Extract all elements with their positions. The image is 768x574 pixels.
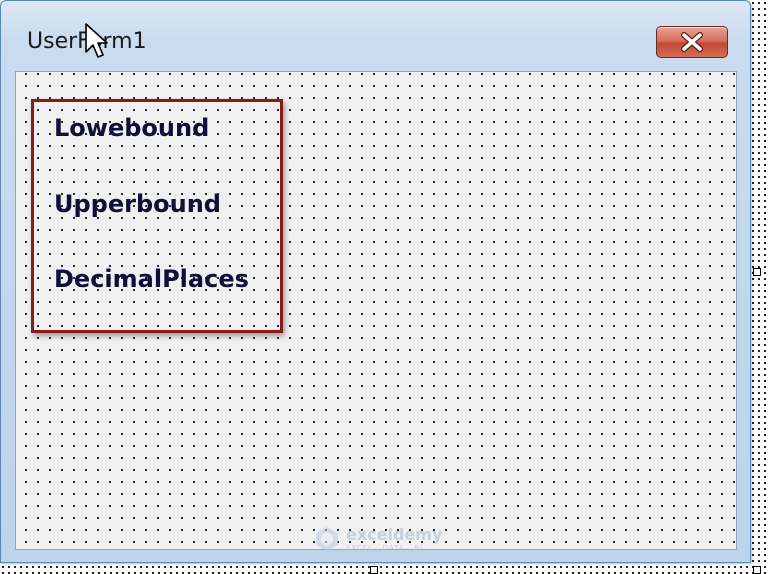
label-decimalplaces[interactable]: DecimalPlaces xyxy=(54,267,249,291)
resize-handle-bottom[interactable] xyxy=(370,566,378,574)
mouse-cursor-icon xyxy=(85,23,108,58)
watermark: exceldemy EXCEL · DATA · BI xyxy=(314,526,442,552)
close-icon xyxy=(681,32,703,52)
resize-handle-corner[interactable] xyxy=(753,566,761,574)
label-lowebound[interactable]: Lowebound xyxy=(54,116,209,140)
watermark-name: exceldemy xyxy=(346,524,443,544)
exceldemy-logo-icon xyxy=(316,527,338,551)
resize-handle-right[interactable] xyxy=(753,268,761,276)
close-button[interactable] xyxy=(656,26,728,58)
label-upperbound[interactable]: Upperbound xyxy=(54,192,221,216)
watermark-tagline: EXCEL · DATA · BI xyxy=(346,543,424,552)
